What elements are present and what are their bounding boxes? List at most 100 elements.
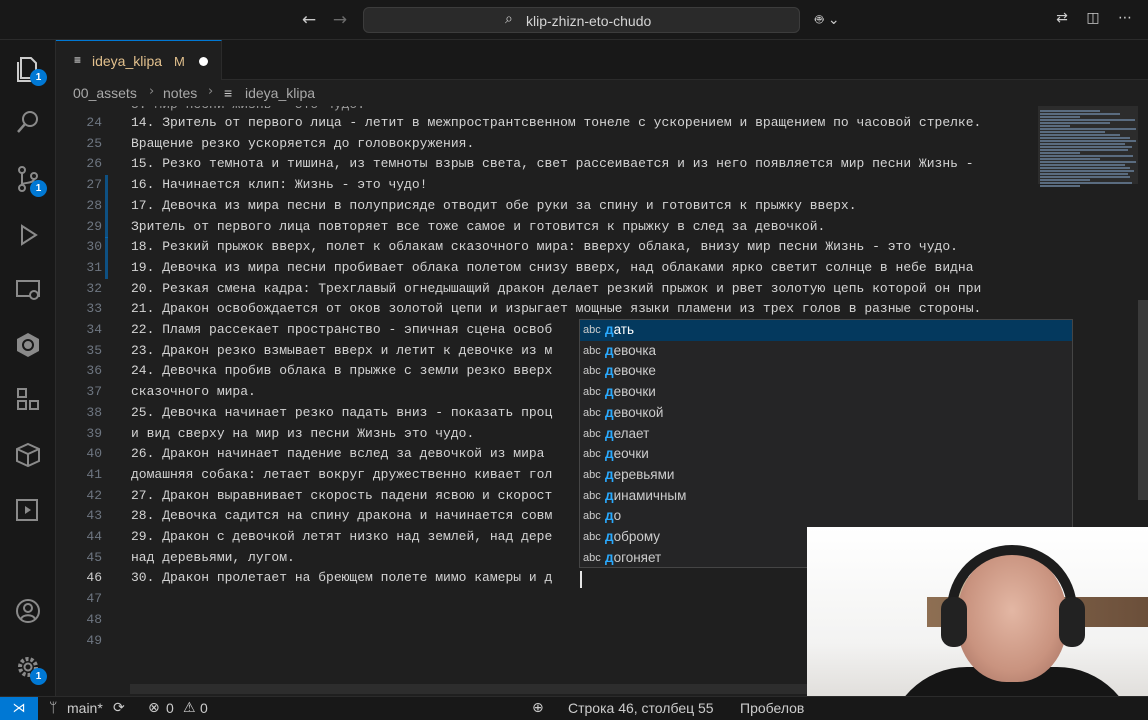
- kubernetes-icon[interactable]: [13, 330, 43, 360]
- source-control-icon[interactable]: 1: [13, 164, 47, 197]
- cursor-position[interactable]: Строка 46, столбец 55: [568, 700, 714, 716]
- line-number: 47: [86, 591, 102, 607]
- code-line[interactable]: над деревьями, лугом.: [131, 548, 295, 569]
- indentation[interactable]: Пробелов: [740, 700, 804, 716]
- containers-icon[interactable]: [13, 440, 43, 470]
- code-line[interactable]: 21. Дракон освобождается от оков золотой…: [131, 299, 981, 320]
- settings-gear-icon[interactable]: 1: [13, 652, 47, 685]
- tab-bar: ≡ ideya_klipa M: [56, 40, 1148, 80]
- suggestion-label: деревьями: [605, 467, 674, 482]
- suggestion-item[interactable]: abc девочке: [580, 361, 1072, 382]
- code-line[interactable]: 19. Девочка из мира песни пробивает обла…: [131, 258, 974, 279]
- line-number: 37: [86, 384, 102, 400]
- code-line[interactable]: 22. Пламя рассекает пространство - эпичн…: [131, 320, 552, 341]
- text-kind-icon: abc: [583, 531, 601, 543]
- code-line[interactable]: 29. Дракон с девочкой летят низко над зе…: [131, 527, 552, 548]
- minimap-line: [1040, 155, 1133, 157]
- minimap-line: [1040, 146, 1132, 148]
- sync-icon[interactable]: ⟳: [113, 700, 125, 716]
- text-kind-icon: abc: [583, 406, 601, 419]
- explorer-icon[interactable]: 1: [13, 53, 47, 86]
- account-icon[interactable]: [13, 596, 43, 626]
- code-line[interactable]: Вращение резко ускоряется до головокруже…: [131, 134, 474, 155]
- suggestion-item[interactable]: abc девочка: [580, 341, 1072, 362]
- suggestion-item[interactable]: abc деревьями: [580, 465, 1072, 486]
- breadcrumb-item[interactable]: ideya_klipa: [245, 85, 315, 101]
- minimap-line: [1040, 167, 1130, 169]
- line-number: 32: [86, 280, 102, 296]
- run-debug-icon[interactable]: [13, 220, 43, 250]
- minimap-line: [1040, 134, 1120, 136]
- line-number: 35: [86, 342, 102, 358]
- extensions-icon[interactable]: [13, 384, 43, 414]
- code-line[interactable]: 24. Девочка пробив облака в прыжке с зем…: [131, 361, 552, 382]
- code-line[interactable]: 20. Резкая смена кадра: Трехглавый огнед…: [131, 279, 981, 300]
- headphone-cup: [941, 597, 967, 647]
- code-line[interactable]: 17. Девочка из мира песни в полуприсяде …: [131, 196, 857, 217]
- horizontal-scrollbar[interactable]: [130, 684, 808, 694]
- suggestion-item[interactable]: abc деочки: [580, 444, 1072, 465]
- git-branch[interactable]: main*: [67, 700, 103, 716]
- warning-count[interactable]: 0: [200, 700, 208, 716]
- error-icon: ⊗: [148, 700, 160, 716]
- status-bar: ⋊ ᛘ main* ⟳ ⊗ 0 ⚠ 0 ⊕ Строка 46, столбец…: [0, 696, 1148, 720]
- tab-ideya-klipa[interactable]: ≡ ideya_klipa M: [56, 40, 222, 80]
- suggestion-item[interactable]: abc дать: [580, 320, 1072, 341]
- zoom-icon[interactable]: ⊕: [532, 700, 544, 716]
- code-line[interactable]: 27. Дракон выравнивает скорость падени я…: [131, 486, 552, 507]
- webcam-overlay: [807, 527, 1148, 720]
- breadcrumb-item[interactable]: 00_assets: [73, 85, 137, 101]
- minimap-line: [1040, 170, 1134, 172]
- line-number: 38: [86, 404, 102, 420]
- code-line[interactable]: и вид сверху на мир из песни Жизнь это ч…: [131, 424, 474, 445]
- suggestion-item[interactable]: abc девочки: [580, 382, 1072, 403]
- activity-bar: 1 1 1: [0, 40, 56, 696]
- code-line[interactable]: домашняя собака: летает вокруг дружестве…: [131, 465, 552, 486]
- minimap-line: [1040, 149, 1128, 151]
- code-line[interactable]: Зритель от первого лица повторяет все то…: [131, 217, 825, 238]
- command-center-search[interactable]: ⌕ klip-zhizn-eto-chudo: [363, 7, 800, 33]
- title-bar: ← → ⌕ klip-zhizn-eto-chudo 🤖︎ ⌄ ⇄ ◫ ⋯: [0, 0, 1148, 40]
- remote-indicator-icon[interactable]: ⋊: [0, 697, 38, 720]
- workspace-name: klip-zhizn-eto-chudo: [526, 13, 652, 29]
- code-line[interactable]: 25. Девочка начинает резко падать вниз -…: [131, 403, 552, 424]
- code-line[interactable]: 23. Дракон резко взмывает вверх и летит …: [131, 341, 552, 362]
- code-line[interactable]: 14. Зритель от первого лица - летит в ме…: [131, 113, 981, 134]
- text-kind-icon: abc: [583, 427, 601, 440]
- match-highlight: д: [605, 363, 614, 379]
- line-number: 33: [86, 301, 102, 317]
- back-arrow-icon[interactable]: ←: [298, 9, 320, 31]
- suggestion-item[interactable]: abc девочкой: [580, 403, 1072, 424]
- code-line[interactable]: 16. Начинается клип: Жизнь - это чудо!: [131, 175, 427, 196]
- suggestion-rest: елает: [613, 425, 650, 441]
- code-line[interactable]: 18. Резкий прыжок вверх, полет к облакам…: [131, 237, 958, 258]
- error-count[interactable]: 0: [166, 700, 174, 716]
- more-icon[interactable]: ⋯: [1115, 10, 1135, 30]
- remote-run-icon[interactable]: [13, 495, 43, 525]
- vertical-scrollbar-thumb[interactable]: [1138, 300, 1148, 500]
- suggestion-rest: огоняет: [613, 549, 662, 565]
- search-icon[interactable]: [13, 107, 43, 137]
- remote-explorer-icon[interactable]: [13, 275, 43, 305]
- suggestion-item[interactable]: abc делает: [580, 424, 1072, 445]
- source-control-graph-icon[interactable]: ⇄: [1052, 10, 1072, 30]
- code-line[interactable]: 28. Девочка садится на спину дракона и н…: [131, 506, 552, 527]
- code-line[interactable]: 26. Дракон начинает падение вслед за дев…: [131, 444, 544, 465]
- toggle-panel-icon[interactable]: ◫: [1083, 10, 1103, 30]
- minimap-line: [1040, 131, 1105, 133]
- line-number: 49: [86, 632, 102, 648]
- suggestion-rest: евочкой: [613, 404, 664, 420]
- copilot-icon[interactable]: 🤖︎ ⌄: [815, 10, 840, 30]
- suggestion-item[interactable]: abc до: [580, 506, 1072, 527]
- unsaved-dot-icon[interactable]: [199, 57, 208, 66]
- suggestion-item[interactable]: abc динамичным: [580, 486, 1072, 507]
- code-line[interactable]: сказочного мира.: [131, 382, 256, 403]
- text-kind-icon: abc: [583, 551, 601, 564]
- code-line[interactable]: 15. Резко темнота и тишина, из темноты в…: [131, 154, 974, 175]
- forward-arrow-icon[interactable]: →: [329, 9, 351, 31]
- minimap-line: [1040, 176, 1130, 178]
- breadcrumb-item[interactable]: notes: [163, 85, 197, 101]
- code-line[interactable]: 30. Дракон пролетает на брeющем полете м…: [131, 568, 552, 589]
- modified-line-marker: [105, 195, 108, 217]
- minimap-line: [1040, 116, 1080, 118]
